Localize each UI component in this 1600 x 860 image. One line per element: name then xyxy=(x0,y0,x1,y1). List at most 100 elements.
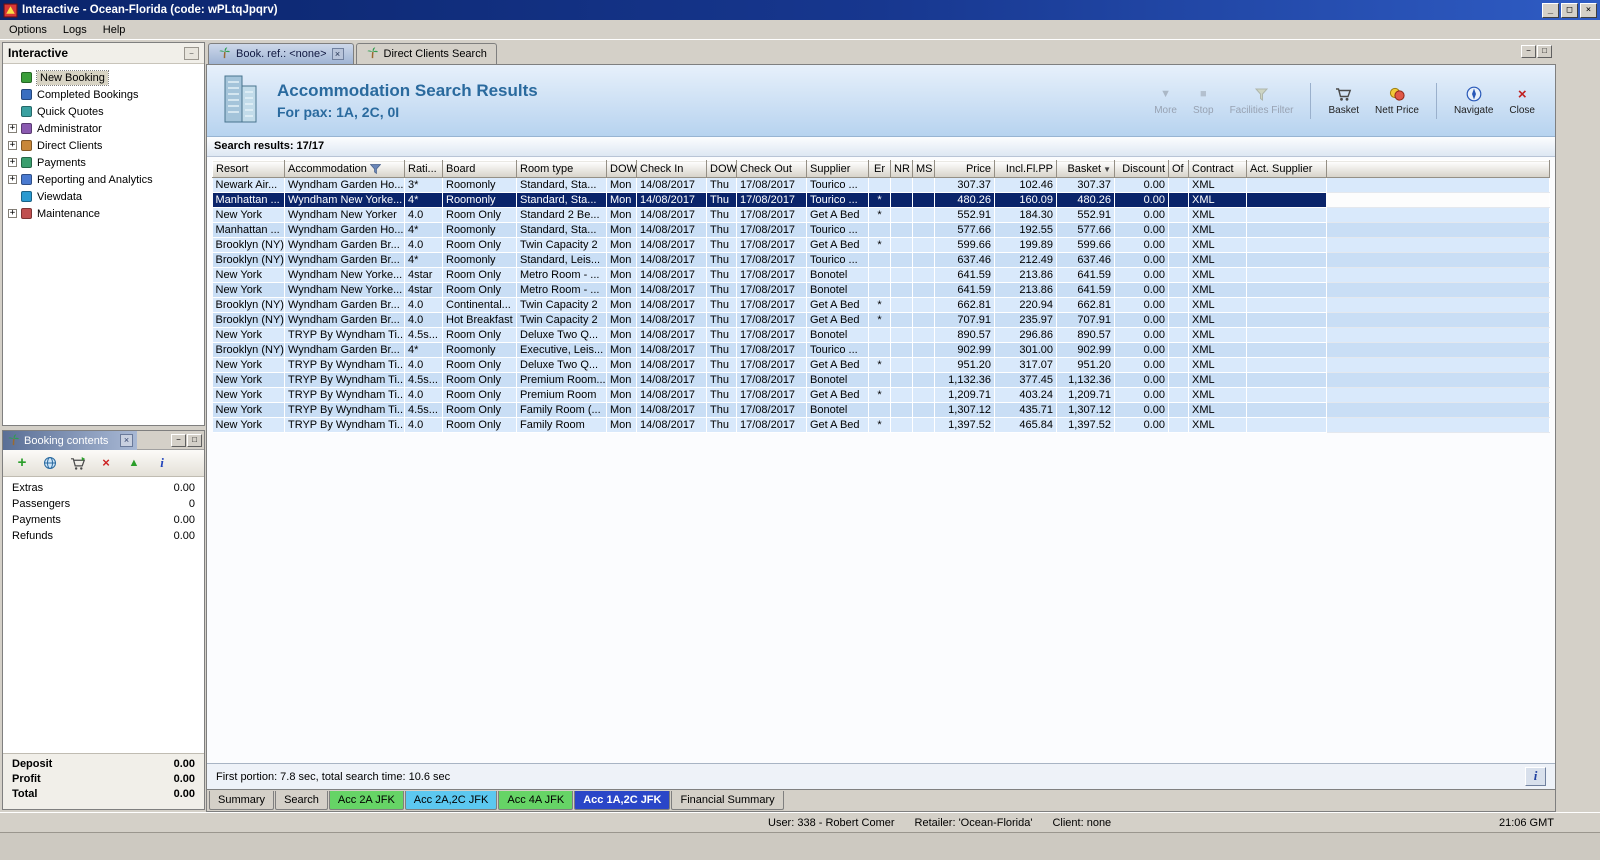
column-header-accommodation[interactable]: Accommodation xyxy=(284,160,405,178)
panel-maximize-icon[interactable]: □ xyxy=(187,433,202,447)
bottom-tab-summary[interactable]: Summary xyxy=(209,791,275,810)
minimize-button[interactable]: _ xyxy=(1542,2,1559,18)
sidebar-item-reporting-and-analytics[interactable]: + Reporting and Analytics xyxy=(3,171,204,188)
basket-button[interactable]: Basket xyxy=(1322,84,1365,118)
column-header-contract[interactable]: Contract xyxy=(1188,160,1247,178)
sidebar-item-viewdata[interactable]: Viewdata xyxy=(3,188,204,205)
result-row[interactable]: New York Wyndham New Yorke... 4star Room On… xyxy=(212,267,1550,283)
booking-contents-close-icon[interactable]: × xyxy=(120,434,133,447)
sidebar-item-administrator[interactable]: + Administrator xyxy=(3,120,204,137)
close-window-button[interactable]: × xyxy=(1580,2,1597,18)
result-row[interactable]: New York TRYP By Wyndham Ti... 4.5s... Room… xyxy=(212,402,1550,418)
result-cell: 0.00 xyxy=(1114,342,1169,358)
panel-collapse-icon[interactable]: − xyxy=(184,46,199,60)
sidebar-item-maintenance[interactable]: + Maintenance xyxy=(3,205,204,222)
stop-button[interactable]: ■ Stop xyxy=(1187,84,1220,118)
result-row[interactable]: Brooklyn (NY) Wyndham Garden Br... 4* Roomo… xyxy=(212,252,1550,268)
expand-icon[interactable]: + xyxy=(8,124,17,133)
expand-icon[interactable]: + xyxy=(8,175,17,184)
bottom-tab-acc-4a-jfk[interactable]: Acc 4A JFK xyxy=(498,791,574,810)
column-header-nr[interactable]: NR xyxy=(890,160,913,178)
sidebar-item-payments[interactable]: + Payments xyxy=(3,154,204,171)
column-header-rati[interactable]: Rati... xyxy=(404,160,443,178)
facilities-filter-button[interactable]: Facilities Filter xyxy=(1224,84,1300,118)
column-header-er[interactable]: Er xyxy=(868,160,891,178)
result-cell xyxy=(912,417,935,433)
column-header-incl-fl-pp[interactable]: Incl.Fl.PP xyxy=(994,160,1057,178)
maximize-button[interactable]: □ xyxy=(1561,2,1578,18)
result-row[interactable]: New York TRYP By Wyndham Ti... 4.0 Room Onl… xyxy=(212,357,1550,373)
close-button[interactable]: × Close xyxy=(1503,84,1541,118)
expand-icon[interactable]: + xyxy=(8,141,17,150)
column-header-check-in[interactable]: Check In xyxy=(636,160,707,178)
result-row[interactable]: New York TRYP By Wyndham Ti... 4.5s... Room… xyxy=(212,372,1550,388)
panel-minimize-icon[interactable]: − xyxy=(171,433,186,447)
menu-item-logs[interactable]: Logs xyxy=(55,21,95,39)
result-row[interactable]: New York TRYP By Wyndham Ti... 4.5s... Room… xyxy=(212,327,1550,343)
info-icon[interactable]: i xyxy=(1525,767,1546,786)
page-title: Accommodation Search Results xyxy=(277,81,538,100)
result-cell: Deluxe Two Q... xyxy=(516,327,607,343)
column-header-ms[interactable]: MS xyxy=(912,160,935,178)
child-maximize-icon[interactable]: □ xyxy=(1537,45,1552,58)
expand-icon[interactable]: + xyxy=(8,209,17,218)
upload-icon[interactable]: ▲ xyxy=(125,454,143,472)
globe-icon[interactable] xyxy=(41,454,59,472)
add-icon[interactable]: + xyxy=(13,454,31,472)
navigate-button[interactable]: Navigate xyxy=(1448,84,1499,118)
column-header-check-out[interactable]: Check Out xyxy=(736,160,807,178)
result-row[interactable]: New York TRYP By Wyndham Ti... 4.0 Room Onl… xyxy=(212,417,1550,433)
result-cell: 317.07 xyxy=(994,357,1057,373)
expand-icon[interactable]: + xyxy=(8,158,17,167)
column-header-of[interactable]: Of xyxy=(1168,160,1189,178)
result-row[interactable]: Brooklyn (NY) Wyndham Garden Br... 4.0 Room… xyxy=(212,237,1550,253)
bottom-tab-financial-summary[interactable]: Financial Summary xyxy=(671,791,784,810)
delete-icon[interactable]: × xyxy=(97,454,115,472)
column-header-price[interactable]: Price xyxy=(934,160,995,178)
result-row[interactable]: Manhattan ... Wyndham Garden Ho... 4* Roomo… xyxy=(212,222,1550,238)
sidebar-item-new-booking[interactable]: New Booking xyxy=(3,69,204,86)
menu-item-help[interactable]: Help xyxy=(95,21,134,39)
result-cell: Thu xyxy=(706,177,737,193)
bottom-tab-acc-2a-jfk[interactable]: Acc 2A JFK xyxy=(328,791,404,810)
info-icon[interactable]: i xyxy=(153,454,171,472)
bottom-tab-search[interactable]: Search xyxy=(275,791,328,810)
column-header-dow[interactable]: DOW xyxy=(606,160,637,178)
more-button[interactable]: ▼ More xyxy=(1148,84,1183,118)
result-cell: Thu xyxy=(706,402,737,418)
result-row[interactable]: Newark Air... Wyndham Garden Ho... 3* Roomo… xyxy=(212,177,1550,193)
nett-price-button[interactable]: Nett Price xyxy=(1369,84,1425,118)
administrator-icon xyxy=(21,123,32,134)
basket-add-icon[interactable] xyxy=(69,454,87,472)
result-row[interactable]: Brooklyn (NY) Wyndham Garden Br... 4.0 Cont… xyxy=(212,297,1550,313)
tab-book-ref-none[interactable]: Book. ref.: <none> × xyxy=(208,43,354,64)
column-header-resort[interactable]: Resort xyxy=(212,160,285,178)
column-header-board[interactable]: Board xyxy=(442,160,517,178)
column-header-filler xyxy=(1326,160,1550,178)
tab-close-icon[interactable]: × xyxy=(331,48,344,60)
sidebar-item-quick-quotes[interactable]: Quick Quotes xyxy=(3,103,204,120)
result-row[interactable]: Manhattan ... Wyndham New Yorke... 4* Roomo… xyxy=(212,192,1550,208)
result-row[interactable]: New York Wyndham New Yorker 4.0 Room Only St… xyxy=(212,207,1550,223)
sidebar-item-completed-bookings[interactable]: Completed Bookings xyxy=(3,86,204,103)
sidebar-item-direct-clients[interactable]: + Direct Clients xyxy=(3,137,204,154)
bottom-tab-acc-2a-2c-jfk[interactable]: Acc 2A,2C JFK xyxy=(404,791,498,810)
result-cell: 890.57 xyxy=(1056,327,1115,343)
column-header-discount[interactable]: Discount xyxy=(1114,160,1169,178)
column-header-supplier[interactable]: Supplier xyxy=(806,160,869,178)
result-row[interactable]: New York Wyndham New Yorke... 4star Room On… xyxy=(212,282,1550,298)
column-header-basket[interactable]: Basket ▼ xyxy=(1056,160,1115,178)
child-minimize-icon[interactable]: − xyxy=(1521,45,1536,58)
column-header-dow[interactable]: DOW xyxy=(706,160,737,178)
toolbar-button-label: More xyxy=(1154,104,1177,116)
result-row[interactable]: New York TRYP By Wyndham Ti... 4.0 Room Onl… xyxy=(212,387,1550,403)
result-row[interactable]: Brooklyn (NY) Wyndham Garden Br... 4* Roomo… xyxy=(212,342,1550,358)
column-header-room-type[interactable]: Room type xyxy=(516,160,607,178)
booking-contents-titlebar[interactable]: Booking contents × xyxy=(3,431,137,450)
bottom-tab-acc-1a-2c-jfk[interactable]: Acc 1A,2C JFK xyxy=(574,791,671,810)
tab-direct-clients-search[interactable]: Direct Clients Search xyxy=(355,43,497,64)
column-header-act-supplier[interactable]: Act. Supplier xyxy=(1246,160,1327,178)
menu-item-options[interactable]: Options xyxy=(1,21,55,39)
result-row[interactable]: Brooklyn (NY) Wyndham Garden Br... 4.0 Hot … xyxy=(212,312,1550,328)
result-cell: 184.30 xyxy=(994,207,1057,223)
